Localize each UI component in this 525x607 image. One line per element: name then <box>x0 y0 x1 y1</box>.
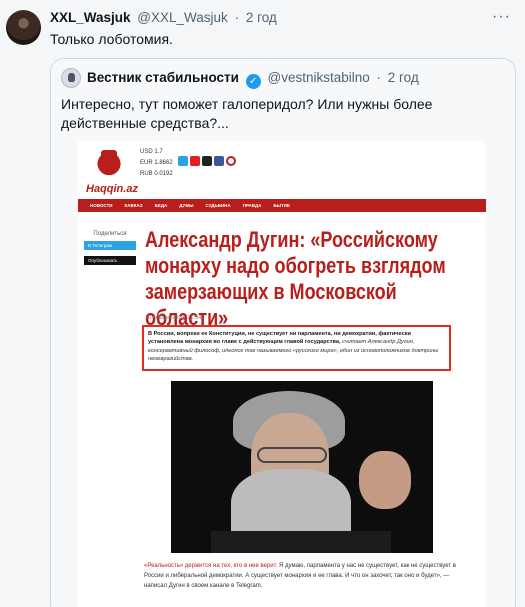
nav-item: КАВКАЗ <box>124 203 143 208</box>
search-icon <box>226 156 236 166</box>
fist-logo-icon <box>92 145 126 179</box>
currency-rates: USD 1.7 EUR 1.8662 RUB 0.0192 <box>140 147 173 180</box>
share-x-button: Опубликовать <box>84 256 136 265</box>
quoted-header: Вестник стабильности ✓ @vestnikstabilno … <box>87 70 419 89</box>
author-handle[interactable]: @XXL_Wasjuk <box>137 10 228 25</box>
site-logo: Haqqin.az <box>86 183 138 195</box>
site-header: Haqqin.az USD 1.7 EUR 1.8662 RUB 0.0192 <box>78 141 486 199</box>
tweet: XXL_Wasjuk @XXL_Wasjuk · 2 год ··· Тольк… <box>0 0 525 607</box>
tiktok-icon <box>202 156 212 166</box>
author-name[interactable]: XXL_Wasjuk <box>50 10 131 25</box>
nav-item: БЕДА <box>154 203 168 208</box>
social-icons <box>178 156 236 166</box>
share-title: Поделиться <box>93 231 127 237</box>
share-telegram-button: В Телеграм <box>84 241 136 250</box>
quoted-time[interactable]: 2 год <box>388 70 419 85</box>
rate-rub: RUB 0.0192 <box>140 171 173 177</box>
user-avatar[interactable] <box>6 10 41 45</box>
nav-item: ПРАВДА <box>242 203 262 208</box>
article-caption: «Реальность» держится на тех, кто в нее … <box>144 561 464 591</box>
verified-badge-icon: ✓ <box>245 74 261 89</box>
quoted-avatar[interactable] <box>61 68 81 88</box>
telegram-icon <box>178 156 188 166</box>
article-lead-highlight: В России, вопреки ее Конституции, не сущ… <box>142 325 451 371</box>
nav-item: БЫТИЕ <box>273 203 291 208</box>
rate-usd: USD 1.7 <box>140 149 163 155</box>
photo-hand <box>359 451 411 509</box>
tweet-header: XXL_Wasjuk @XXL_Wasjuk · 2 год <box>50 10 277 25</box>
photo-glasses <box>257 447 327 463</box>
article-photo <box>171 381 433 553</box>
youtube-icon <box>190 156 200 166</box>
nav-item: ДУМЫ <box>179 203 194 208</box>
nav-item: НОВОСТИ <box>90 203 113 208</box>
caption-red-text: «Реальность» держится на тех, кто в нее … <box>144 563 278 569</box>
rate-eur: EUR 1.8662 <box>140 160 173 166</box>
quoted-text: Интересно, тут поможет галоперидол? Или … <box>61 96 433 131</box>
more-options-icon[interactable]: ··· <box>492 8 511 26</box>
share-box: Поделиться В Телеграм Опубликовать <box>84 231 136 265</box>
separator-dot: · <box>234 10 240 25</box>
site-nav: НОВОСТИ КАВКАЗ БЕДА ДУМЫ СУДЬБИНА ПРАВДА… <box>78 199 486 212</box>
quoted-author-handle[interactable]: @vestnikstabilno <box>267 70 369 85</box>
article-screenshot[interactable]: Haqqin.az USD 1.7 EUR 1.8662 RUB 0.0192 … <box>78 141 486 607</box>
tweet-time[interactable]: 2 год <box>246 10 277 25</box>
tweet-text: Только лоботомия. <box>50 31 173 47</box>
article-date: 10 января 2024, 21:54 <box>145 315 202 321</box>
quoted-tweet[interactable]: Вестник стабильности ✓ @vestnikstabilno … <box>50 58 516 607</box>
facebook-icon <box>214 156 224 166</box>
separator-dot: · <box>376 70 382 85</box>
quoted-author-name[interactable]: Вестник стабильности <box>87 70 239 85</box>
nav-item: СУДЬБИНА <box>205 203 231 208</box>
photo-coat <box>211 531 391 553</box>
